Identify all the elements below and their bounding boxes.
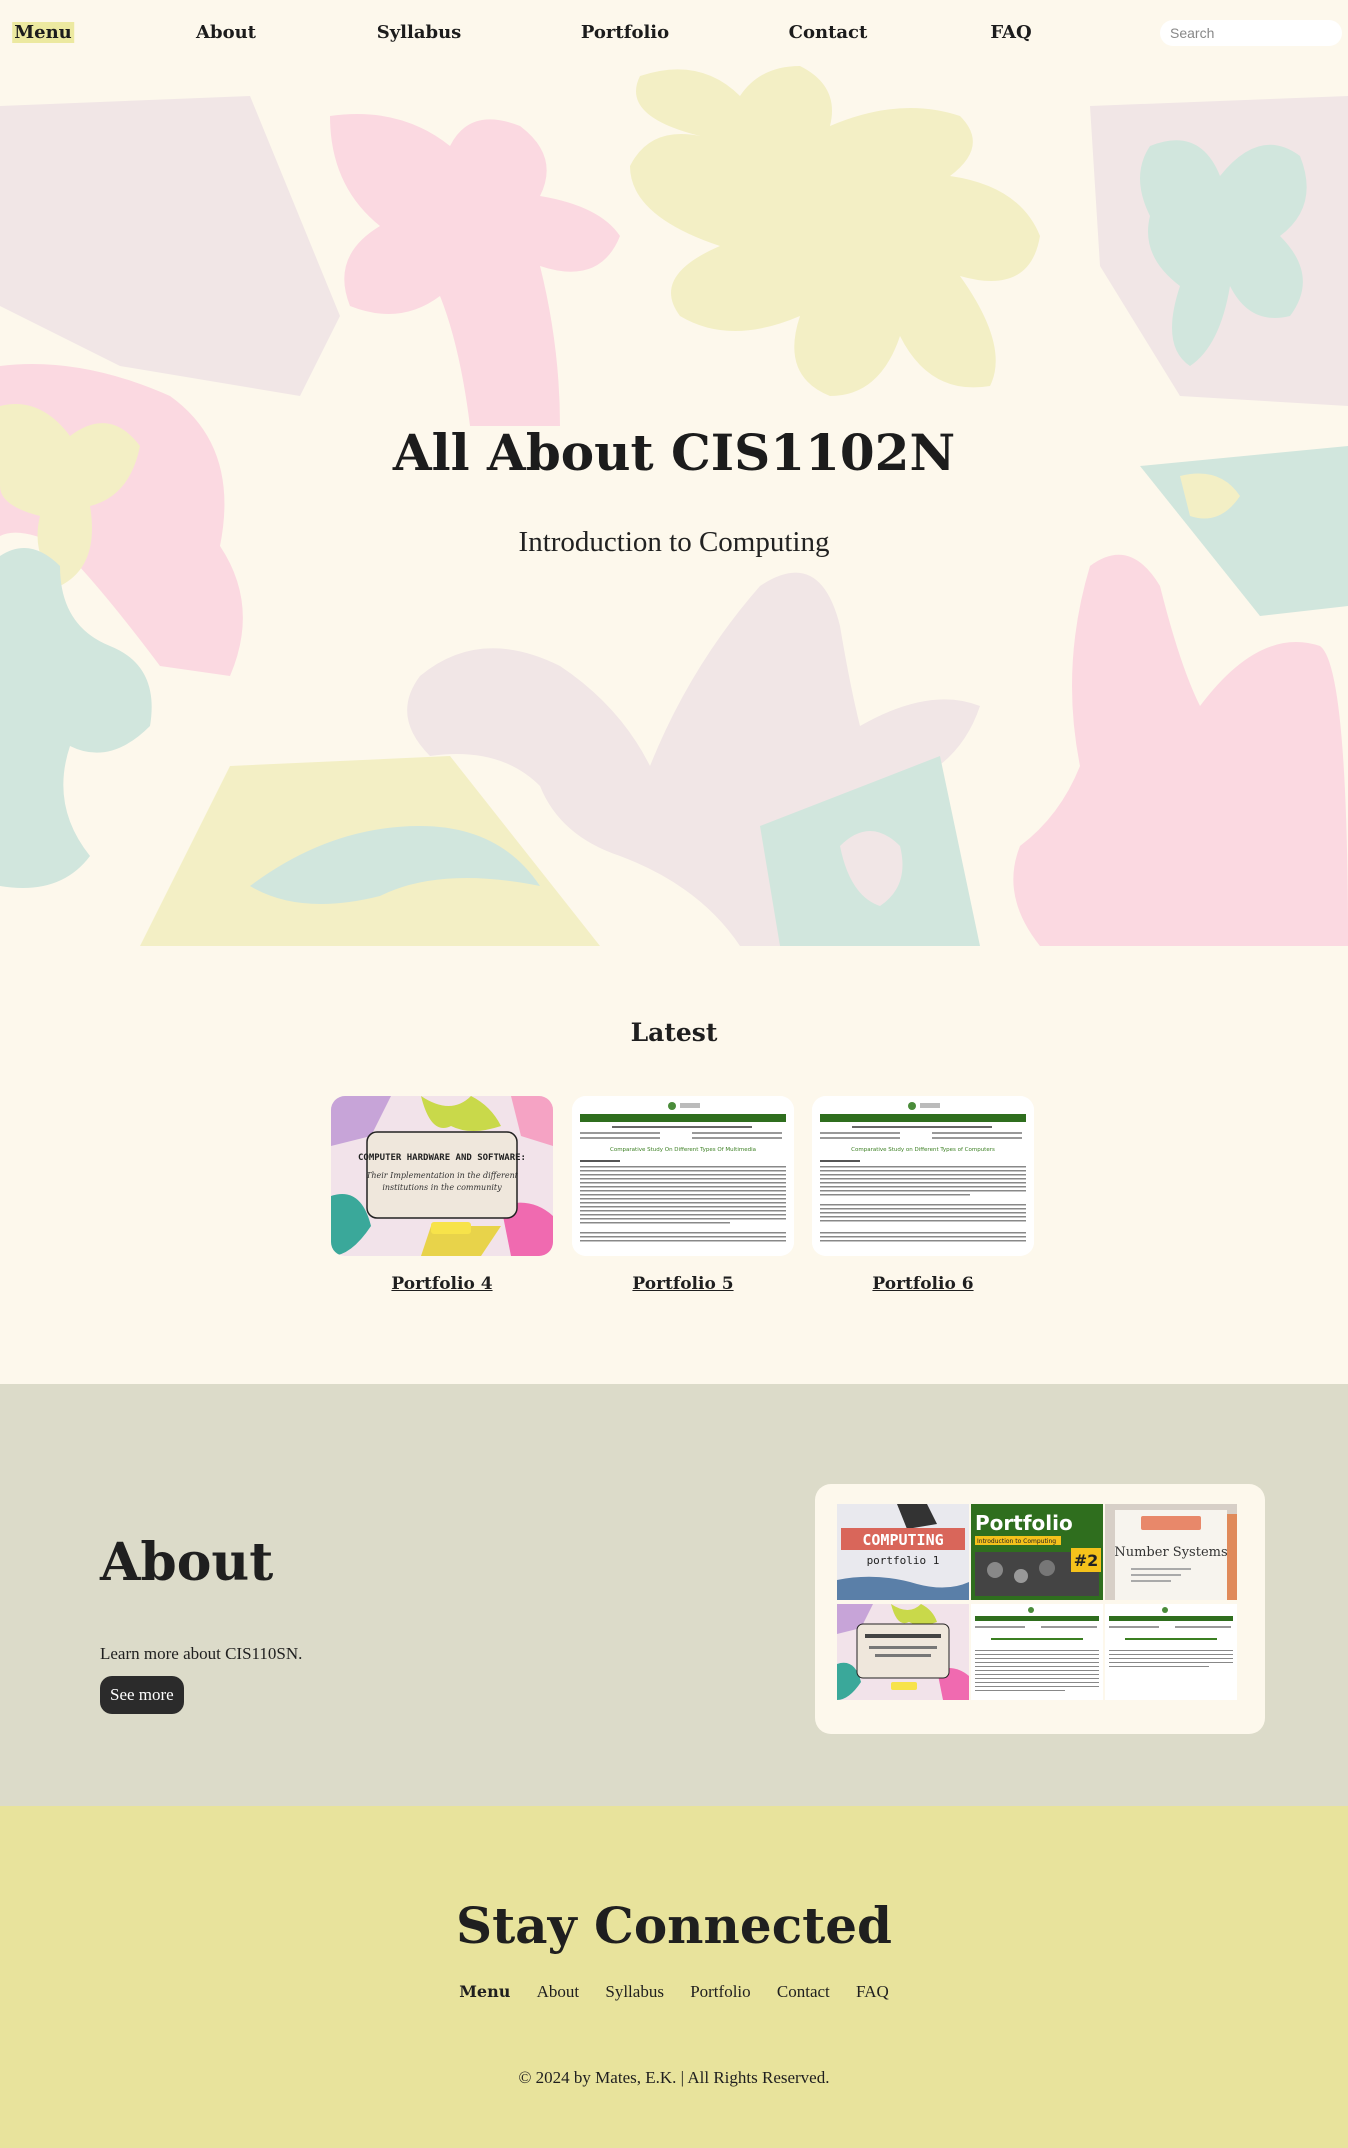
- top-nav: Menu About Syllabus Portfolio Contact FA…: [0, 0, 1348, 66]
- portfolio-4-thumb-title: COMPUTER HARDWARE AND SOFTWARE:: [358, 1153, 526, 1163]
- latest-heading: Latest: [630, 1018, 718, 1047]
- gallery-portfolio-title: Portfolio: [975, 1511, 1073, 1535]
- footer-nav-faq[interactable]: FAQ: [856, 1982, 889, 2001]
- gallery-computing-thumb[interactable]: COMPUTING portfolio 1: [837, 1504, 969, 1600]
- latest-card[interactable]: Comparative Study on Different Types of …: [812, 1096, 1034, 1294]
- portfolio-gallery: COMPUTING portfolio 1 Portfolio Introduc…: [815, 1484, 1265, 1734]
- nav-portfolio[interactable]: Portfolio: [581, 22, 669, 43]
- gallery-portfolio-4-thumb[interactable]: [837, 1604, 969, 1700]
- portfolio-6-thumbnail[interactable]: Comparative Study on Different Types of …: [812, 1096, 1034, 1256]
- portfolio-4-link[interactable]: Portfolio 4: [331, 1274, 553, 1294]
- portfolio-5-link[interactable]: Portfolio 5: [572, 1274, 794, 1294]
- stay-connected-heading: Stay Connected: [455, 1896, 893, 1955]
- nav-faq[interactable]: FAQ: [990, 22, 1031, 43]
- latest-card[interactable]: Comparative Study On Different Types Of …: [572, 1096, 794, 1294]
- portfolio-5-thumb-title: Comparative Study On Different Types Of …: [610, 1147, 756, 1153]
- portfolio-5-thumbnail[interactable]: Comparative Study On Different Types Of …: [572, 1096, 794, 1256]
- portfolio-6-thumb-title: Comparative Study on Different Types of …: [851, 1147, 995, 1153]
- gallery-portfolio-6-thumb[interactable]: [1105, 1604, 1237, 1700]
- about-heading: About: [100, 1532, 274, 1593]
- footer-nav-portfolio[interactable]: Portfolio: [690, 1982, 750, 2001]
- hero-background-art: [0, 66, 1348, 946]
- portfolio-4-thumbnail[interactable]: COMPUTER HARDWARE AND SOFTWARE: Their Im…: [331, 1096, 553, 1256]
- svg-text:Their Implementation in the di: Their Implementation in the different: [366, 1171, 519, 1180]
- gallery-portfolio-5-thumb[interactable]: [971, 1604, 1103, 1700]
- nav-menu[interactable]: Menu: [12, 22, 74, 43]
- footer-nav-contact[interactable]: Contact: [777, 1982, 830, 2001]
- gallery-number-systems-title: Number Systems: [1114, 1545, 1227, 1560]
- footer-nav-about[interactable]: About: [537, 1982, 580, 2001]
- latest-card[interactable]: COMPUTER HARDWARE AND SOFTWARE: Their Im…: [331, 1096, 553, 1294]
- svg-text:institutions in the community: institutions in the community: [382, 1183, 502, 1192]
- hero-subtitle: Introduction to Computing: [518, 526, 830, 558]
- footer-nav: Menu About Syllabus Portfolio Contact FA…: [0, 1982, 1348, 2002]
- gallery-computing-subtitle: portfolio 1: [867, 1554, 940, 1567]
- copyright-text: © 2024 by Mates, E.K. | All Rights Reser…: [518, 2068, 830, 2087]
- about-description: Learn more about CIS110SN.: [100, 1644, 303, 1663]
- about-section: About Learn more about CIS110SN. See mor…: [0, 1384, 1348, 1806]
- gallery-number-systems-thumb[interactable]: Number Systems: [1105, 1504, 1237, 1600]
- hero-section: All About CIS1102N Introduction to Compu…: [0, 66, 1348, 946]
- nav-about[interactable]: About: [196, 22, 256, 43]
- footer-nav-menu[interactable]: Menu: [459, 1982, 510, 2001]
- nav-syllabus[interactable]: Syllabus: [377, 22, 462, 43]
- hero-title: All About CIS1102N: [392, 423, 956, 482]
- nav-contact[interactable]: Contact: [789, 22, 868, 43]
- gallery-portfolio-2-thumb[interactable]: Portfolio Introduction to Computing #2: [971, 1504, 1103, 1600]
- gallery-portfolio-number: #2: [1074, 1551, 1099, 1570]
- footer-section: Stay Connected Menu About Syllabus Portf…: [0, 1806, 1348, 2148]
- portfolio-6-link[interactable]: Portfolio 6: [812, 1274, 1034, 1294]
- search-input[interactable]: [1160, 20, 1342, 46]
- gallery-portfolio-subtitle: Introduction to Computing: [977, 1538, 1056, 1545]
- see-more-button[interactable]: See more: [100, 1676, 184, 1714]
- gallery-computing-title: COMPUTING: [862, 1531, 943, 1549]
- footer-nav-syllabus[interactable]: Syllabus: [605, 1982, 664, 2001]
